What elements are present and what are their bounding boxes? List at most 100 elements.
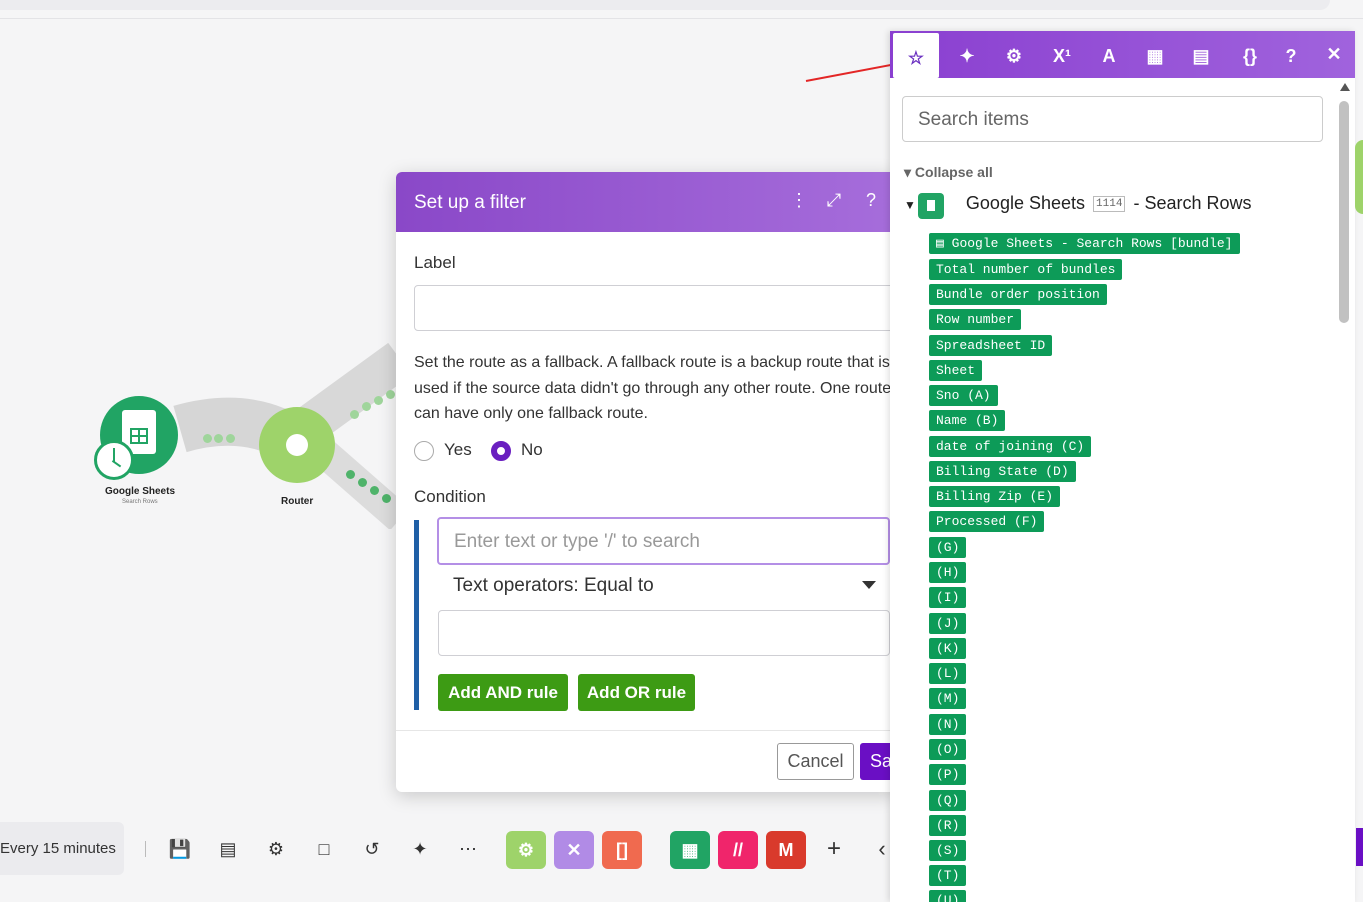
mapping-item[interactable]: (S) (929, 840, 967, 861)
caret-down-icon: ▼ (904, 198, 916, 212)
module-header[interactable]: ▼ Google Sheets 1114 - Search Rows (904, 193, 1252, 214)
tools-gear-app-icon[interactable]: ⚙ (506, 831, 546, 869)
braces-icon[interactable]: {} (1227, 31, 1273, 78)
undo-icon[interactable]: ↺ (360, 837, 384, 861)
math-functions-icon[interactable]: X¹ (1039, 31, 1085, 78)
mapping-item[interactable]: (M) (929, 688, 967, 709)
mapping-item[interactable]: Processed (F) (929, 511, 1045, 532)
favorites-star-icon[interactable]: ☆ (893, 33, 939, 78)
add-or-rule-button[interactable]: Add OR rule (578, 674, 695, 711)
add-and-rule-button[interactable]: Add AND rule (438, 674, 568, 711)
schedule-clock-icon[interactable] (94, 440, 134, 480)
mapping-item[interactable]: Sheet (929, 360, 983, 381)
mapping-item[interactable]: (T) (929, 865, 967, 886)
notes-icon[interactable]: □ (312, 837, 336, 861)
table-icon[interactable]: ▤ (1178, 31, 1224, 78)
fallback-no-label: No (521, 440, 543, 459)
fallback-no-radio[interactable] (491, 441, 511, 461)
scrollbar-thumb[interactable] (1339, 101, 1349, 323)
add-icon[interactable]: + (822, 837, 846, 861)
mapping-item[interactable]: (L) (929, 663, 967, 684)
mapping-item[interactable]: (U) (929, 890, 967, 902)
fallback-yes-radio[interactable] (414, 441, 434, 461)
mapping-item[interactable]: (H) (929, 562, 967, 583)
mapping-item[interactable]: ▤ Google Sheets - Search Rows [bundle] (929, 233, 1240, 254)
mapping-item[interactable]: Name (B) (929, 410, 1006, 431)
mapping-item[interactable]: (G) (929, 537, 967, 558)
run-once-icon[interactable]: ▤ (216, 837, 240, 861)
panel-tabs: ☆ ✦ ⚙ X¹ A ▦ ▤ {} ? ✕ (890, 31, 1355, 78)
gear-icon[interactable]: ⚙ (991, 31, 1037, 78)
mapping-item[interactable]: (R) (929, 815, 967, 836)
connector-dot (382, 494, 391, 503)
calendar-icon[interactable]: ▦ (1132, 31, 1178, 78)
condition-caption: Condition (414, 487, 486, 506)
help-icon[interactable]: ? (1279, 31, 1303, 78)
condition-value-input[interactable] (438, 610, 890, 656)
mapping-item[interactable]: Row number (929, 309, 1022, 330)
offscreen-button-edge (1356, 828, 1363, 866)
node-label-router: Router (281, 496, 314, 507)
mapping-item[interactable]: Spreadsheet ID (929, 335, 1053, 356)
operator-select[interactable]: Text operators: Equal to (453, 575, 654, 597)
tools-app-icon[interactable]: ✕ (554, 831, 594, 869)
scroll-up-arrow-icon[interactable] (1340, 83, 1350, 91)
close-icon[interactable]: ✕ (1322, 31, 1346, 78)
connector-dot (374, 396, 383, 405)
collapse-all-label: Collapse all (914, 164, 993, 180)
router-node[interactable] (259, 407, 335, 483)
connector-dot (203, 434, 212, 443)
text-functions-icon[interactable]: A (1086, 31, 1132, 78)
gmail-app-icon[interactable]: M (766, 831, 806, 869)
fallback-yes-label: Yes (444, 440, 472, 459)
connector-dot (358, 478, 367, 487)
condition-bar (414, 520, 419, 710)
chevron-down-icon[interactable] (862, 581, 876, 589)
mapping-item[interactable]: date of joining (C) (929, 436, 1092, 457)
mapping-item[interactable]: (I) (929, 587, 967, 608)
connector-dot (226, 434, 235, 443)
magic-wand-icon[interactable]: ✦ (408, 837, 432, 861)
mapping-item[interactable]: Total number of bundles (929, 259, 1123, 280)
mapping-item[interactable]: Billing State (D) (929, 461, 1076, 482)
toolbar-divider (145, 841, 146, 857)
cancel-button[interactable]: Cancel (777, 743, 854, 780)
fallback-description: Set the route as a fallback. A fallback … (414, 354, 896, 422)
json-app-icon[interactable]: [] (602, 831, 642, 869)
connector-dot (350, 410, 359, 419)
connector-dot (386, 390, 395, 399)
search-items-input[interactable]: Search items (902, 96, 1323, 142)
more-icon[interactable]: ⋯ (456, 837, 480, 861)
offscreen-node-edge (1355, 140, 1363, 214)
module-name: Google Sheets (965, 193, 1086, 213)
top-bar (0, 0, 1330, 10)
mapping-item[interactable]: (N) (929, 714, 967, 735)
dialog-footer-divider (396, 730, 896, 731)
mapping-item[interactable]: (P) (929, 764, 967, 785)
gear-icon[interactable]: ⚙ (264, 837, 288, 861)
sparkles-icon[interactable]: ✦ (944, 31, 990, 78)
collapse-all-toggle[interactable]: ▾ Collapse all (904, 164, 993, 181)
condition-field-input[interactable]: Enter text or type '/' to search (437, 517, 890, 565)
dialog-title: Set up a filter (414, 192, 526, 213)
mapping-item[interactable]: (Q) (929, 790, 967, 811)
dialog-header: Set up a filter ⋮ ⤢ ? (396, 172, 896, 232)
monday-app-icon[interactable]: // (718, 831, 758, 869)
schedule-button[interactable]: Every 15 minutes (0, 822, 124, 875)
expand-icon[interactable]: ⤢ (823, 190, 845, 211)
label-input[interactable] (414, 285, 896, 331)
save-icon[interactable]: 💾 (168, 837, 192, 861)
kebab-menu-icon[interactable]: ⋮ (788, 190, 810, 211)
mapping-item[interactable]: (J) (929, 613, 967, 634)
mapping-item[interactable]: (K) (929, 638, 967, 659)
mapping-item[interactable]: Sno (A) (929, 385, 998, 406)
connector-dot (214, 434, 223, 443)
module-action: - Search Rows (1133, 193, 1252, 213)
mapping-item[interactable]: Billing Zip (E) (929, 486, 1061, 507)
mapping-item[interactable]: (O) (929, 739, 967, 760)
mapping-item[interactable]: Bundle order position (929, 284, 1107, 305)
node-label-google-sheets: Google Sheets (105, 486, 176, 497)
connector-dot (346, 470, 355, 479)
google-sheets-app-icon[interactable]: ▦ (670, 831, 710, 869)
help-icon[interactable]: ? (860, 190, 882, 211)
